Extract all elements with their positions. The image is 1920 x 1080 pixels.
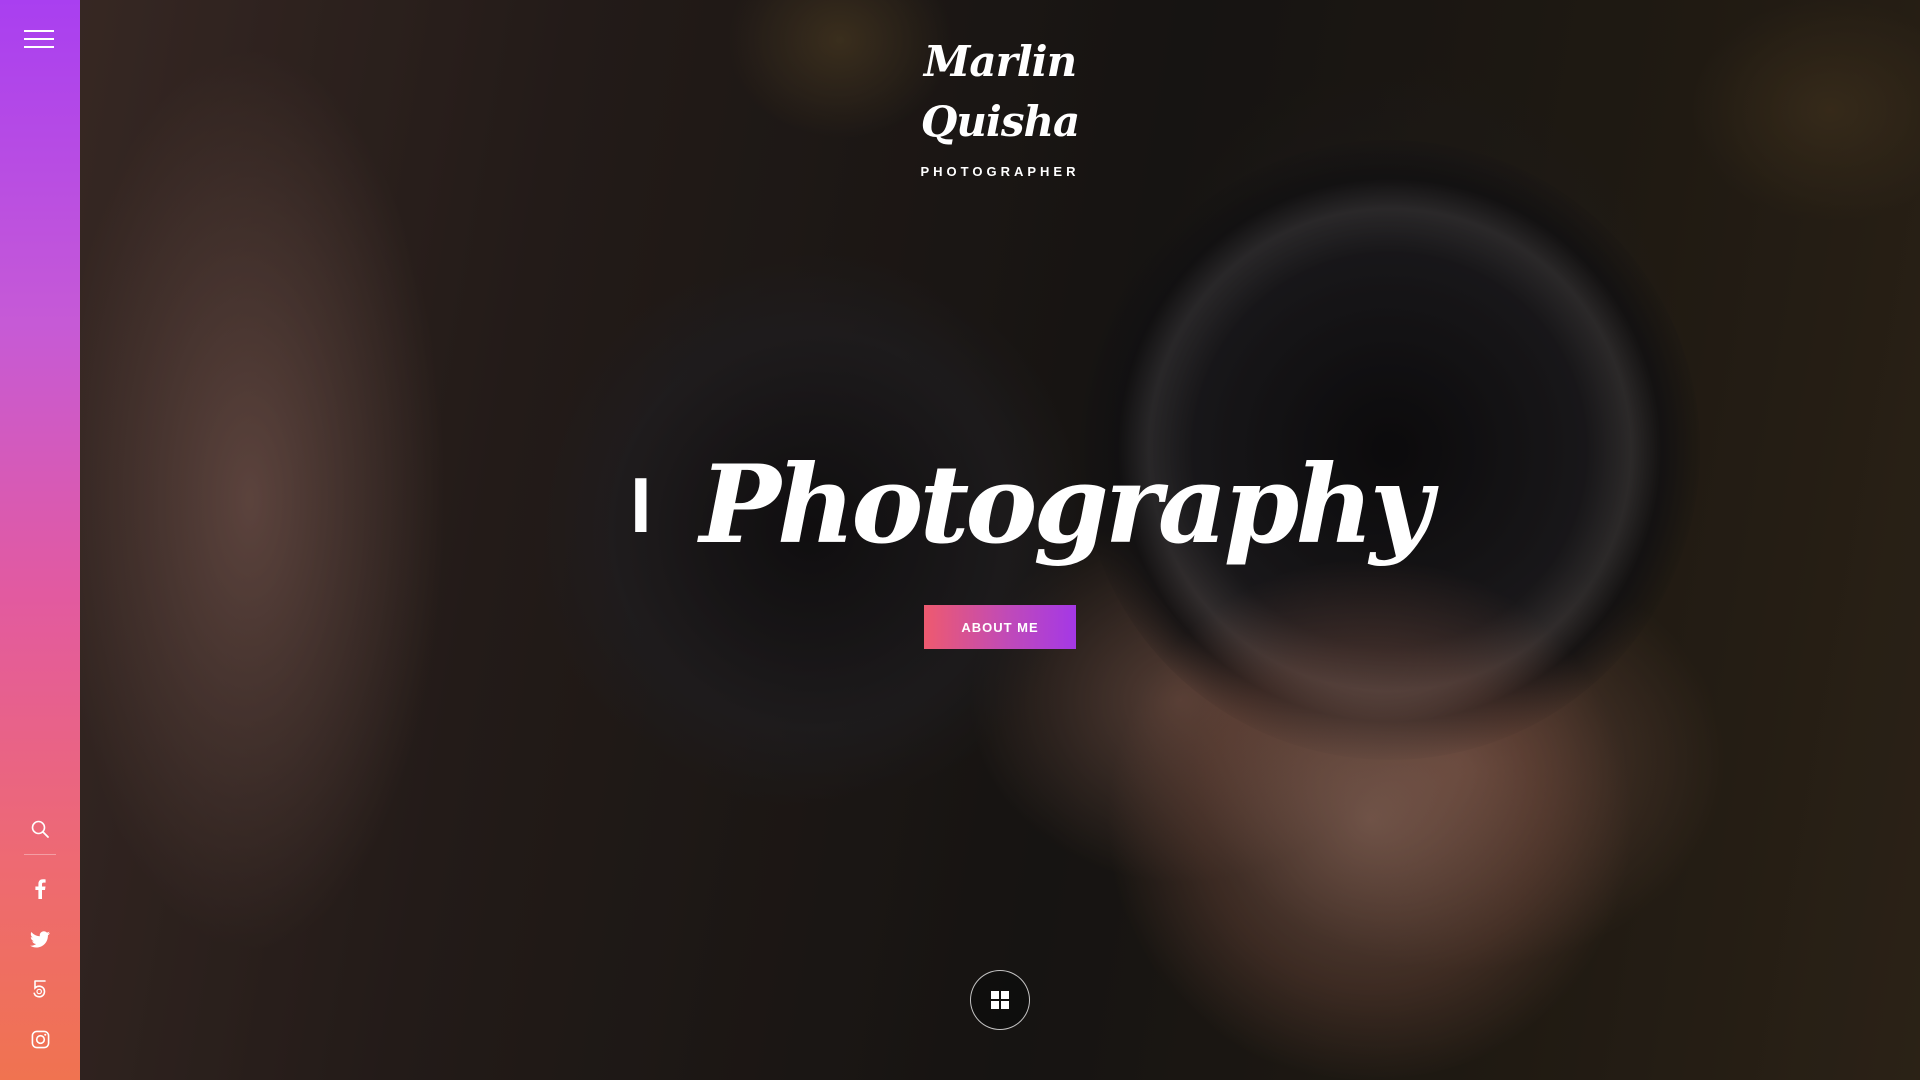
sidebar-divider [24, 854, 56, 855]
headline-word: Photography [699, 442, 1433, 568]
twitter-icon[interactable] [25, 924, 55, 954]
search-icon[interactable] [25, 814, 55, 844]
hamburger-menu-icon[interactable] [24, 30, 56, 52]
facebook-icon[interactable] [25, 874, 55, 904]
brand-tagline: PHOTOGRAPHER [920, 164, 1080, 179]
site-logo[interactable]: Marlin Quisha PHOTOGRAPHER [850, 32, 1150, 179]
headline-prefix: I [630, 461, 652, 549]
gallery-grid-button[interactable] [970, 970, 1030, 1030]
about-me-button[interactable]: ABOUT ME [924, 605, 1076, 649]
instagram-icon[interactable] [25, 1024, 55, 1054]
grid-icon [991, 991, 1009, 1009]
brand-name: Marlin Quisha [920, 37, 1080, 146]
500px-icon[interactable] [25, 974, 55, 1004]
hero-headline: I Photography [630, 430, 1433, 580]
sidebar [0, 0, 80, 1080]
